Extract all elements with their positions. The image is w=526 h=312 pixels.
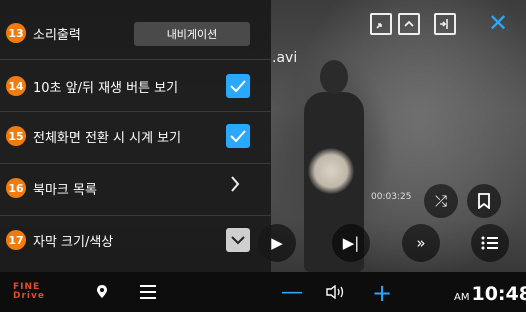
bookmark-button[interactable] <box>467 184 501 218</box>
subtitle-dropdown[interactable] <box>226 228 250 252</box>
collapse-up-icon[interactable] <box>398 13 420 35</box>
skip-buttons-row[interactable]: 14 10초 앞/뒤 재생 버튼 보기 <box>0 60 271 112</box>
clock: AM 10:48 <box>454 283 526 305</box>
speaker-icon <box>326 284 346 303</box>
subtitle-row[interactable]: 17 자막 크기/색상 <box>0 216 271 268</box>
exit-fullscreen-icon[interactable] <box>434 13 456 35</box>
sound-output-label: 소리출력 <box>33 28 81 43</box>
clock-fullscreen-label: 전체화면 전환 시 시계 보기 <box>33 131 182 146</box>
fast-forward-icon: » <box>416 234 426 252</box>
subtitle-label: 자막 크기/색상 <box>33 235 114 250</box>
menu-icon[interactable] <box>140 285 156 299</box>
volume-down-button[interactable]: — <box>281 280 303 305</box>
bottom-bar <box>0 272 526 312</box>
playlist-button[interactable] <box>471 224 509 262</box>
clock-fullscreen-checkbox[interactable] <box>226 124 250 148</box>
badge-17: 17 <box>6 230 26 250</box>
sound-output-row: 13 소리출력 내비게이션 <box>0 8 271 60</box>
current-time: 00:03:25 <box>371 192 412 202</box>
badge-14: 14 <box>6 76 26 96</box>
fast-forward-button[interactable]: » <box>402 224 440 262</box>
location-pin-icon[interactable] <box>96 284 108 303</box>
clock-ampm: AM <box>454 292 470 303</box>
play-icon: ▶ <box>271 234 283 252</box>
bookmark-icon <box>478 193 490 209</box>
badge-15: 15 <box>6 126 26 146</box>
check-icon <box>230 80 246 92</box>
shuffle-icon: ⤮ <box>434 192 447 210</box>
skip-buttons-checkbox[interactable] <box>226 74 250 98</box>
skip-buttons-label: 10초 앞/뒤 재생 버튼 보기 <box>33 81 179 96</box>
video-filename: .avi <box>272 50 298 66</box>
clock-fullscreen-row[interactable]: 15 전체화면 전환 시 시계 보기 <box>0 112 271 164</box>
settings-panel: 13 소리출력 내비게이션 14 10초 앞/뒤 재생 버튼 보기 15 전체화… <box>0 0 271 272</box>
chevron-right-icon <box>230 175 240 198</box>
next-button[interactable]: ▶| <box>332 224 370 262</box>
close-icon[interactable]: ✕ <box>488 11 508 35</box>
finedrive-logo: FINE Drive <box>13 282 45 301</box>
bookmarks-row[interactable]: 16 북마크 목록 <box>0 164 271 216</box>
badge-16: 16 <box>6 178 26 198</box>
check-icon <box>230 130 246 142</box>
shuffle-button[interactable]: ⤮ <box>424 184 458 218</box>
badge-13: 13 <box>6 23 26 43</box>
list-icon <box>481 236 498 250</box>
resize-icon[interactable] <box>370 13 392 35</box>
next-icon: ▶| <box>342 234 360 252</box>
volume-up-button[interactable]: + <box>372 279 392 307</box>
sound-output-navigation-button[interactable]: 내비게이션 <box>134 22 250 46</box>
clock-time: 10:48 <box>471 283 526 305</box>
bookmarks-label: 북마크 목록 <box>33 183 97 198</box>
chevron-down-icon <box>231 236 245 245</box>
